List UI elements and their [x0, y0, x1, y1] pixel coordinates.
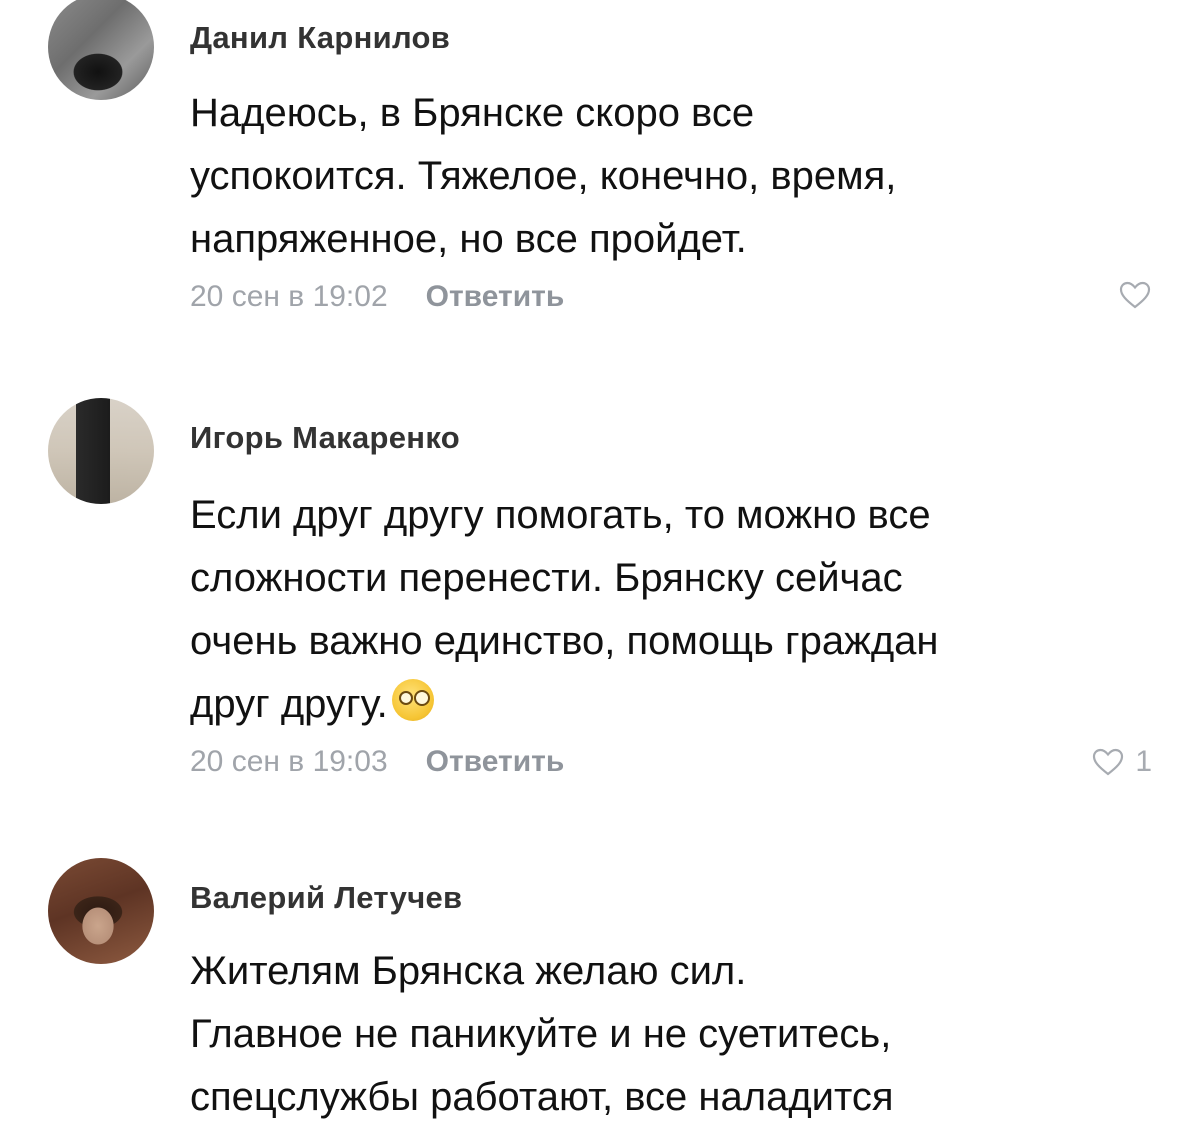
comment-text: Жителям Брянска желаю сил. Главное не па…: [190, 940, 1170, 1129]
comment-text: Если друг другу помогать, то можно все с…: [190, 484, 1170, 736]
comment-author[interactable]: Валерий Летучев: [190, 880, 462, 916]
comment-meta: 20 сен в 19:03 Ответить: [190, 745, 564, 779]
comment-text-line: напряженное, но все пройдет.: [190, 217, 747, 261]
comment-text-line: спецслужбы работают, все наладится: [190, 1075, 894, 1119]
comments-list: Данил Карнилов Надеюсь, в Брянске скоро …: [0, 0, 1200, 1123]
heart-icon: [1093, 748, 1124, 776]
comment-author[interactable]: Данил Карнилов: [190, 20, 450, 56]
avatar[interactable]: [48, 858, 154, 964]
comment-text-line: очень важно единство, помощь граждан: [190, 619, 939, 663]
comment-date: 20 сен в 19:02: [190, 280, 388, 313]
comment-text-line: Если друг другу помогать, то можно все: [190, 493, 931, 537]
comment-text: Надеюсь, в Брянске скоро все успокоится.…: [190, 82, 1170, 271]
comment-text-line: Главное не паникуйте и не суетитесь,: [190, 1012, 892, 1056]
comment-text-line: Надеюсь, в Брянске скоро все: [190, 91, 755, 135]
avatar[interactable]: [48, 0, 154, 100]
like-button[interactable]: 1: [1091, 745, 1152, 779]
comment-text-line: успокоится. Тяжелое, конечно, время,: [190, 154, 897, 198]
avatar[interactable]: [48, 398, 154, 504]
like-count: 1: [1135, 745, 1152, 778]
like-button[interactable]: [1118, 280, 1152, 310]
heart-icon: [1119, 281, 1151, 309]
comment-date: 20 сен в 19:03: [190, 745, 388, 778]
reply-button[interactable]: Ответить: [426, 745, 565, 778]
thinking-face-icon: [391, 679, 434, 721]
reply-button[interactable]: Ответить: [426, 280, 565, 313]
comment-author[interactable]: Игорь Макаренко: [190, 420, 460, 456]
comment-text-line-last: друг другу.: [190, 673, 1170, 736]
comment-text-line: Жителям Брянска желаю сил.: [190, 949, 747, 993]
comment-text-fragment: друг другу.: [190, 682, 388, 726]
comment-meta: 20 сен в 19:02 Ответить: [190, 280, 564, 314]
comment-text-line: сложности перенести. Брянску сейчас: [190, 556, 903, 600]
